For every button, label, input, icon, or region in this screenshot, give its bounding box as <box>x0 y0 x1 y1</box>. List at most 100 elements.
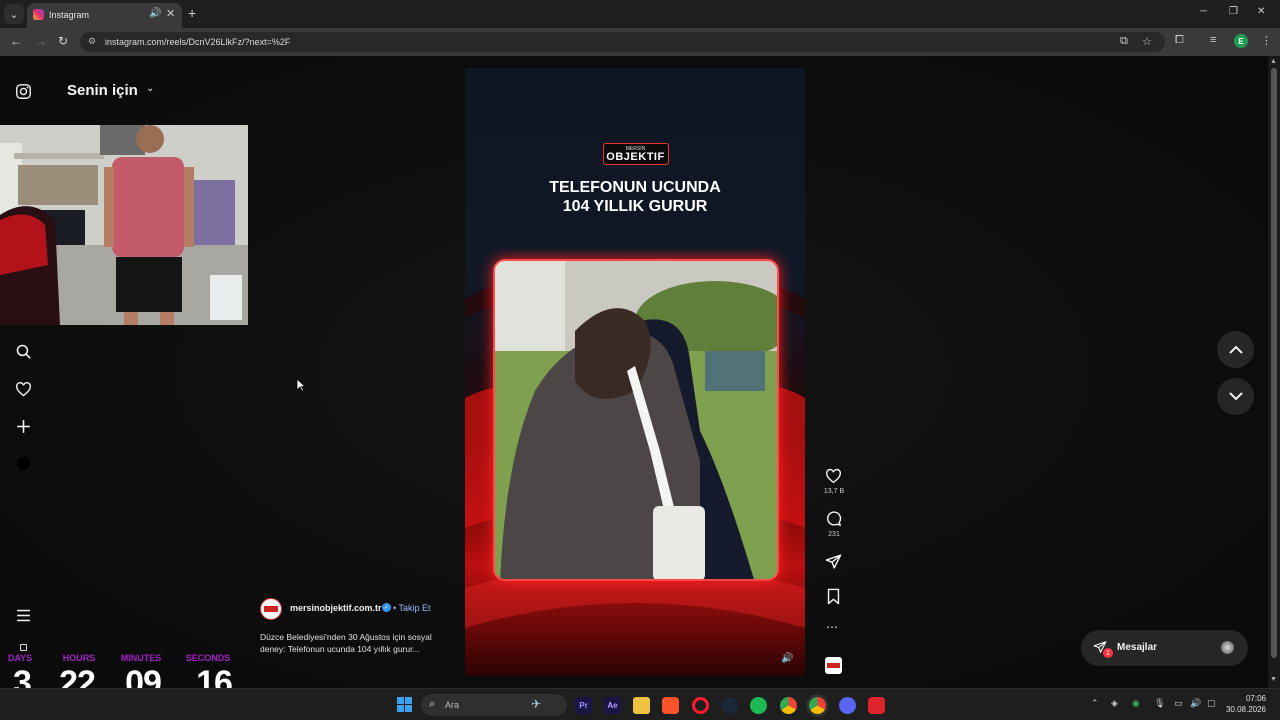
unread-badge: 1 <box>1103 648 1113 658</box>
original-audio-thumbnail[interactable] <box>825 657 842 674</box>
post-caption[interactable]: Düzce Belediyesi'nden 30 Ağustos için so… <box>260 631 440 655</box>
close-tab-icon[interactable]: ✕ <box>166 7 175 20</box>
tray-sync-icon[interactable]: ◉ <box>1132 698 1140 709</box>
previous-reel-button[interactable] <box>1217 331 1254 368</box>
cast-icon[interactable]: ⧉ <box>1120 35 1128 48</box>
reload-icon[interactable]: ↻ <box>58 34 68 48</box>
chrome-icon[interactable] <box>780 697 797 714</box>
verified-badge-icon: ✓ <box>382 603 391 612</box>
browser-tab-instagram[interactable]: Instagram 🔊 ✕ <box>27 3 182 28</box>
share-send-icon[interactable] <box>825 553 842 574</box>
instagram-favicon-icon <box>33 9 44 20</box>
taskbar-clock-time[interactable]: 07:06 <box>1236 694 1266 703</box>
more-options-icon[interactable]: ⋯ <box>826 620 838 634</box>
taskbar-search-placeholder: Ara <box>445 700 460 710</box>
follow-label: Takip Et <box>398 603 431 613</box>
messages-button[interactable]: 1 Mesajlar <box>1081 630 1248 666</box>
follow-button[interactable]: • Takip Et <box>393 603 431 613</box>
site-info-icon[interactable]: ⚙ <box>88 36 96 47</box>
notification-icon[interactable]: ▢ <box>1207 698 1216 709</box>
restore-window-icon[interactable]: ❐ <box>1229 6 1238 17</box>
comments-count: 231 <box>828 531 840 538</box>
follow-separator: • <box>393 603 397 613</box>
chevron-down-icon[interactable]: ⌄ <box>146 83 154 94</box>
windows-start-icon[interactable] <box>397 697 412 712</box>
search-icon[interactable] <box>15 343 32 365</box>
audio-logo-icon <box>827 663 840 668</box>
minimize-window-icon[interactable]: ─ <box>1200 6 1207 17</box>
close-window-icon[interactable]: ✕ <box>1257 6 1265 17</box>
more-menu-icon[interactable] <box>15 607 32 629</box>
after-effects-icon[interactable]: Ae <box>604 697 621 714</box>
countdown-days-label: DAYS <box>7 653 33 663</box>
speaker-icon[interactable]: 🔊 <box>149 8 161 19</box>
tray-app-icon[interactable]: ◈ <box>1111 698 1118 709</box>
spotify-icon[interactable] <box>750 697 767 714</box>
bookmark-star-icon[interactable]: ☆ <box>1142 35 1152 48</box>
feed-selector-title[interactable]: Senin için <box>67 82 138 99</box>
author-avatar[interactable] <box>260 598 282 620</box>
like-heart-icon[interactable] <box>825 468 842 488</box>
mersin-objektif-logo: MERSİN OBJEKTIF <box>603 143 669 165</box>
taskbar-clock-date[interactable]: 30.08.2026 <box>1224 705 1266 714</box>
comment-bubble-icon[interactable] <box>825 510 842 531</box>
search-icon: ⌕ <box>429 698 436 710</box>
heart-notifications-icon[interactable] <box>15 381 32 403</box>
save-bookmark-icon[interactable] <box>826 588 841 609</box>
scroll-thumb[interactable] <box>1271 68 1277 658</box>
message-contact-avatar <box>1221 641 1234 654</box>
chevron-down-icon <box>1228 392 1243 401</box>
tab-search-button[interactable]: ⌄ <box>4 4 24 24</box>
red-app-icon[interactable] <box>868 697 885 714</box>
brave-browser-icon[interactable] <box>662 697 679 714</box>
address-bar[interactable]: ⚙ instagram.com/reels/DcnV26LlkFz/?next=… <box>80 32 1165 52</box>
browser-toolbar: ← → ↻ ⚙ instagram.com/reels/DcnV26LlkFz/… <box>0 28 1280 56</box>
author-username[interactable]: mersinobjektif.com.tr <box>290 603 382 613</box>
instagram-logo-icon[interactable] <box>15 83 32 105</box>
discord-icon[interactable] <box>839 697 856 714</box>
reel-video[interactable]: MERSİN OBJEKTIF TELEFONUN UCUNDA 104 YIL… <box>465 68 805 676</box>
instagram-page: Senin için ⌄ MERSİN OBJEKTIF TELEFONUN U… <box>0 56 1268 702</box>
menu-kebab-icon[interactable]: ⋮ <box>1261 34 1272 47</box>
new-tab-plus-icon[interactable]: + <box>188 5 196 21</box>
messages-label: Mesajlar <box>1117 642 1158 653</box>
browser-tab-bar: ⌄ Instagram 🔊 ✕ + ─ ❐ ✕ <box>0 0 1280 28</box>
back-arrow-icon[interactable]: ← <box>10 34 22 48</box>
profile-avatar[interactable]: E <box>1234 34 1248 48</box>
countdown-seconds-label: SECONDS <box>185 653 231 663</box>
mouse-cursor-icon <box>296 378 307 395</box>
scroll-up-arrow-icon[interactable]: ▲ <box>1270 58 1277 65</box>
scroll-down-arrow-icon[interactable]: ▼ <box>1270 676 1277 683</box>
countdown-hours-label: HOURS <box>62 653 96 663</box>
reel-headline-line2: 104 YILLIK GURUR <box>562 198 708 215</box>
logo-main-text: OBJEKTIF <box>606 151 665 163</box>
steam-icon[interactable] <box>721 697 738 714</box>
speaker-mute-icon[interactable]: 🔊 <box>781 653 793 664</box>
create-plus-icon[interactable] <box>15 418 32 440</box>
network-icon[interactable]: ▭ <box>1174 698 1183 709</box>
webcam-scene <box>0 125 248 325</box>
threads-icon[interactable] <box>20 644 27 651</box>
taskbar-search-box[interactable]: ⌕ Ara ✈ <box>421 694 567 716</box>
tray-overflow-icon[interactable]: ⌃ <box>1091 698 1099 709</box>
reel-photo-frame <box>493 259 779 581</box>
reel-photo-scene <box>495 261 777 579</box>
file-explorer-icon[interactable] <box>633 697 650 714</box>
page-scrollbar[interactable]: ▲ ▼ <box>1268 56 1280 688</box>
profile-avatar-icon[interactable] <box>17 457 30 470</box>
volume-icon[interactable]: 🔊 <box>1190 698 1201 709</box>
windows-taskbar: ⌕ Ara ✈ Pr Ae ⌃ ◈ ◉ 🎙 ▭ 🔊 ▢ 07:06 30.08.… <box>0 688 1280 720</box>
premiere-pro-icon[interactable]: Pr <box>575 697 592 714</box>
forward-arrow-icon[interactable]: → <box>35 34 47 48</box>
countdown-minutes-label: MINUTES <box>120 653 162 663</box>
airplane-icon: ✈ <box>531 697 542 711</box>
opera-browser-icon[interactable] <box>692 697 709 714</box>
extensions-icon[interactable]: ⧠ <box>1175 34 1184 47</box>
url-text[interactable]: instagram.com/reels/DcnV26LlkFz/?next=%2… <box>105 37 290 47</box>
microphone-icon[interactable]: 🎙 <box>1154 698 1165 709</box>
media-controls-icon[interactable]: ≡ <box>1210 34 1216 46</box>
tab-title: Instagram <box>49 10 90 20</box>
likes-count: 13,7 B <box>823 488 845 495</box>
next-reel-button[interactable] <box>1217 378 1254 415</box>
chrome-active-icon[interactable] <box>809 697 826 714</box>
